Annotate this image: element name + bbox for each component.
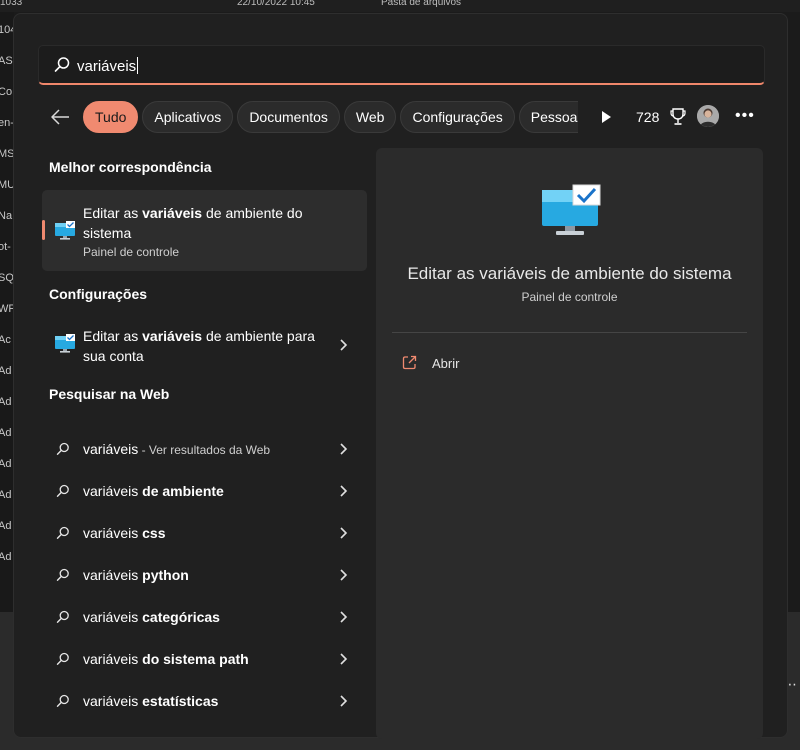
chevron-right-icon[interactable] [338,442,348,456]
preview-title: Editar as variáveis de ambiente do siste… [407,264,732,283]
web-result-item[interactable]: variáveis python [42,557,367,593]
chevron-right-icon[interactable] [338,652,348,666]
best-match-subtitle: Painel de controle [83,245,180,259]
chevron-right-icon[interactable] [338,694,348,708]
best-match-heading: Melhor correspondência [49,159,212,175]
preview-subtitle: Painel de controle [521,290,618,304]
web-result-label: variáveis do sistema path [83,651,249,667]
search-icon [56,526,69,539]
search-icon [56,484,69,497]
filter-tabs: Tudo Aplicativos Documentos Web Configuraçõe… [83,101,578,133]
open-external-icon [402,355,417,370]
background-file-fragment: MS [0,148,14,160]
search-icon [56,568,69,581]
search-icon [56,652,69,665]
chevron-right-icon[interactable] [338,526,348,540]
web-result-item[interactable]: variáveis categóricas [42,599,367,635]
tab-pessoas[interactable]: Pessoas [518,101,578,133]
open-action[interactable]: Abrir [402,354,602,374]
web-result-label: variáveis - Ver resultados da Web [83,441,271,457]
background-file-fragment: ASI [0,55,14,67]
best-match-title: Editar as variáveis de ambiente do siste… [83,205,303,241]
background-file-fragment: Ad [0,489,12,501]
web-result-label: variáveis de ambiente [83,483,224,499]
background-file-fragment: Ac [0,334,11,346]
tab-documentos[interactable]: Documentos [237,101,340,133]
web-result-label: variáveis css [83,525,166,541]
search-icon [56,610,69,623]
chevron-right-icon[interactable] [338,610,348,624]
background-file-fragment: Ad [0,551,12,563]
settings-item-user-env[interactable]: Editar as variáveis de ambiente para sua… [42,320,367,370]
background-file-list: 104 ASI Co en- MS MU Na ot- SQ WF Ac Ad Ad Ad Ad Ad Ad Ad [0,12,14,612]
chevron-right-icon[interactable] [338,338,348,352]
background-file-fragment: Ad [0,427,12,439]
trophy-icon[interactable] [670,108,686,126]
web-result-label: variáveis estatísticas [83,693,219,709]
chevron-right-icon[interactable] [338,568,348,582]
search-value[interactable]: variáveis [77,57,139,75]
best-match-item[interactable]: Editar as variáveis de ambiente do siste… [42,190,367,271]
tab-web[interactable]: Web [343,101,397,133]
web-result-item[interactable]: variáveis de ambiente [42,473,367,509]
filter-bar: Tudo Aplicativos Documentos Web Configuraçõe… [38,100,778,134]
background-file-fragment: Ad [0,520,12,532]
web-result-label: variáveis categóricas [83,609,220,625]
web-result-label: variáveis python [83,567,189,583]
tab-tudo[interactable]: Tudo [83,101,139,133]
search-input[interactable]: variáveis [38,45,765,85]
background-file-fragment: SQ [0,272,14,284]
background-file-fragment: Co [0,86,13,98]
background-file-fragment: Ad [0,365,12,377]
background-date: 22/10/2022 10:45 [237,0,315,8]
background-text: 1033 [0,0,23,8]
web-result-item[interactable]: variáveis estatísticas [42,683,367,719]
settings-heading: Configurações [49,286,148,302]
settings-item-title: Editar as variáveis de ambiente para sua… [83,328,315,364]
web-search-heading: Pesquisar na Web [49,386,170,402]
search-icon [56,694,69,707]
background-file-fragment: Na [0,210,13,222]
search-icon [56,442,69,455]
web-result-item[interactable]: variáveis - Ver resultados da Web [42,431,367,467]
search-panel: variáveis Tudo Aplicativos Documentos Web Co… [13,13,788,739]
more-options-icon[interactable]: ••• [735,107,755,125]
back-arrow-icon[interactable] [48,105,72,129]
web-result-item[interactable]: variáveis css [42,515,367,551]
background-file-fragment: Ad [0,396,12,408]
scroll-right-play-icon[interactable] [598,109,614,125]
background-file-fragment: WF [0,303,14,315]
background-file-fragment: en- [0,117,14,129]
selection-indicator [42,220,45,240]
control-panel-monitor-large-icon [542,184,601,235]
search-icon [54,57,70,72]
preview-divider [392,332,747,333]
tab-configurações[interactable]: Configurações [400,101,515,133]
background-file-fragment: MU [0,179,14,191]
control-panel-monitor-icon [55,221,75,240]
web-result-item[interactable]: variáveis do sistema path [42,641,367,677]
preview-pane: Editar as variáveis de ambiente do siste… [376,148,763,739]
avatar-image [697,105,719,127]
background-file-fragment: Ad [0,458,12,470]
text-caret [137,57,139,74]
chevron-right-icon[interactable] [338,484,348,498]
background-type: Pasta de arquivos [381,0,462,8]
open-label: Abrir [432,356,460,371]
background-file-row: 1033 22/10/2022 10:45 Pasta de arquivos [0,0,800,12]
background-file-fragment: ot- [0,241,11,253]
background-file-fragment: 104 [0,24,14,36]
tab-aplicativos[interactable]: Aplicativos [142,101,234,133]
control-panel-monitor-icon [55,334,75,353]
user-avatar[interactable] [697,105,719,127]
rewards-points: 728 [636,109,660,125]
